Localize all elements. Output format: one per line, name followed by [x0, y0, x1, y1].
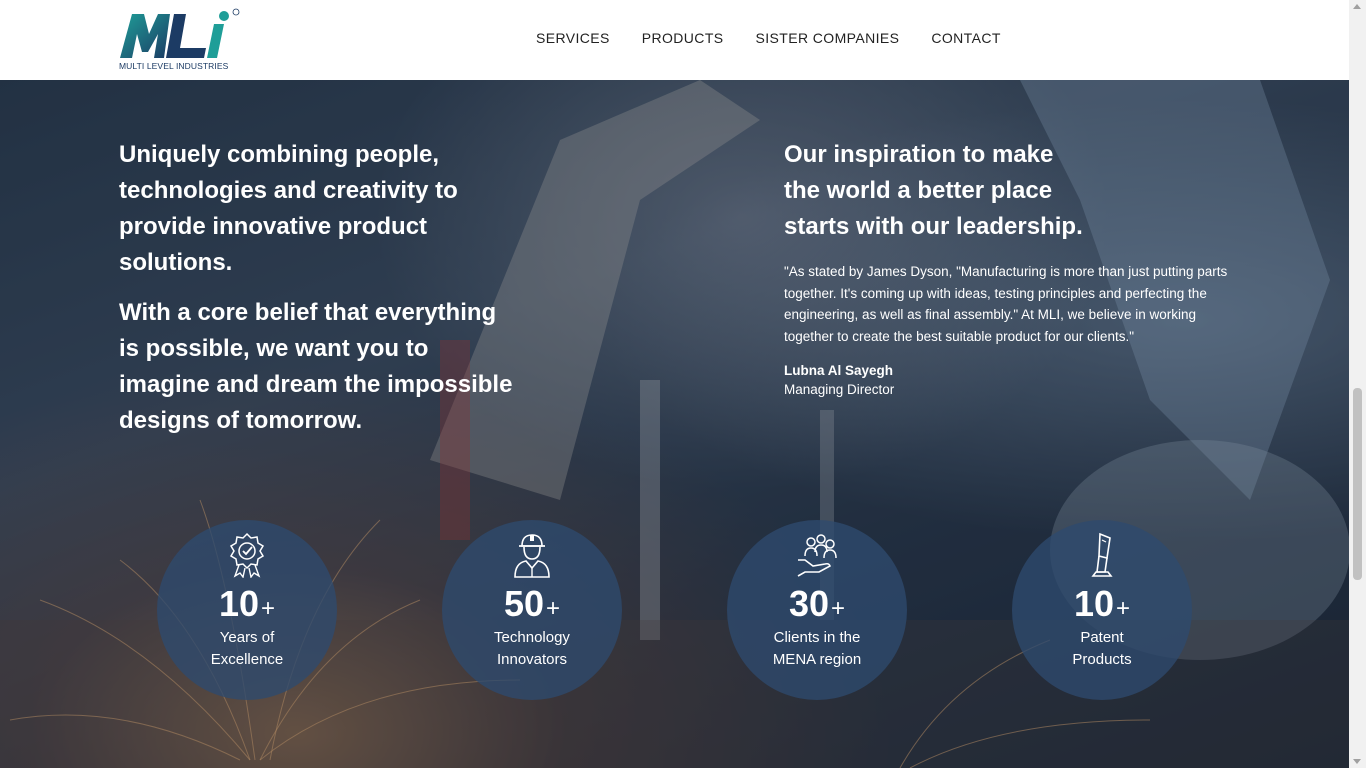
- stat-years: 10+ Years of Excellence: [157, 520, 337, 700]
- stat-number: 30+: [788, 583, 846, 624]
- mission-paragraph-1: Uniquely combining people, technologies …: [119, 141, 458, 276]
- stat-label: Patent Products: [1072, 629, 1132, 668]
- stat-number: 10+: [1073, 583, 1131, 624]
- nav-contact[interactable]: CONTACT: [931, 30, 1000, 46]
- mli-logo[interactable]: MULTI LEVEL INDUSTRIES: [118, 8, 248, 74]
- mission-statement: Uniquely combining people, technologies …: [119, 137, 519, 453]
- nav-sister-companies[interactable]: SISTER COMPANIES: [756, 30, 900, 46]
- mli-logo-mark: [120, 8, 240, 58]
- stat-clients: 30+ Clients in the MENA region: [727, 520, 907, 700]
- mission-paragraph-2: With a core belief that everything is po…: [119, 299, 513, 434]
- main-nav: SERVICES PRODUCTS SISTER COMPANIES CONTA…: [536, 30, 1033, 46]
- leadership-section: Our inspiration to make the world a bett…: [784, 137, 1239, 397]
- page-scrollbar[interactable]: [1349, 0, 1366, 768]
- clients-hand-icon: [797, 534, 837, 577]
- stat-number: 10+: [218, 583, 276, 624]
- stat-label: Clients in the MENA region: [772, 629, 862, 668]
- scroll-down-arrow-icon[interactable]: [1353, 759, 1361, 764]
- leadership-heading: Our inspiration to make the world a bett…: [784, 141, 1083, 240]
- stat-patents: 10+ Patent Products: [1012, 520, 1192, 700]
- scroll-up-arrow-icon[interactable]: [1353, 4, 1361, 9]
- site-header: MULTI LEVEL INDUSTRIES SERVICES PRODUCTS…: [0, 0, 1349, 80]
- stat-innovators: 50+ Technology Innovators: [442, 520, 622, 700]
- scroll-thumb[interactable]: [1353, 388, 1362, 580]
- stat-label: Technology Innovators: [494, 629, 570, 668]
- nav-products[interactable]: PRODUCTS: [642, 30, 724, 46]
- quote-author: Lubna Al Sayegh: [784, 363, 894, 378]
- quote-author-role: Managing Director: [784, 382, 895, 397]
- kiosk-icon: [1091, 532, 1113, 577]
- logo-subtitle: MULTI LEVEL INDUSTRIES: [119, 61, 229, 71]
- stat-number: 50+: [503, 583, 561, 624]
- engineer-icon: [514, 534, 550, 578]
- stat-label: Years of Excellence: [210, 629, 284, 668]
- leadership-quote: "As stated by James Dyson, "Manufacturin…: [784, 264, 1228, 344]
- award-badge-icon: [229, 532, 265, 578]
- nav-services[interactable]: SERVICES: [536, 30, 610, 46]
